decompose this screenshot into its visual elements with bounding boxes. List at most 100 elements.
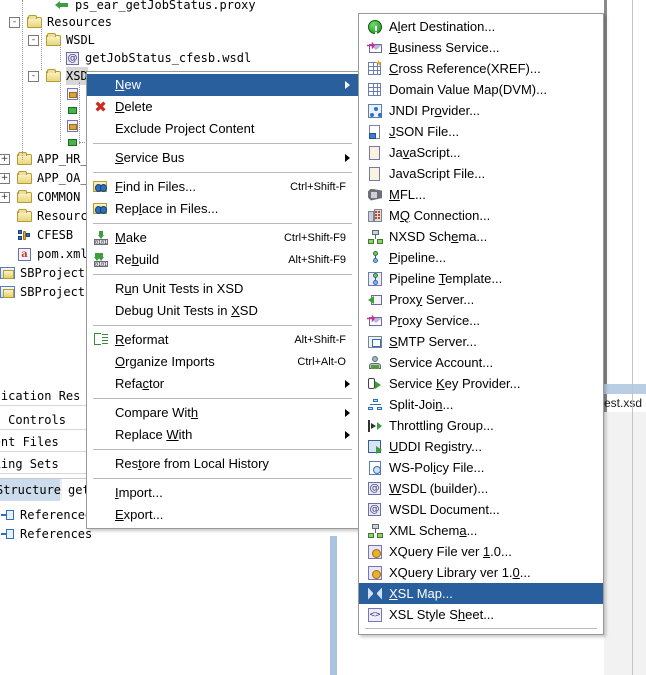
menu-item-label: Alert Destination... bbox=[389, 19, 496, 34]
new-menu-item-ws-policy-file[interactable]: WS-Policy File... bbox=[359, 457, 603, 478]
service-account-icon bbox=[367, 355, 383, 371]
menu-item-label: Business Service... bbox=[389, 40, 500, 55]
menu-separator bbox=[93, 398, 352, 399]
new-menu-item-pipeline-template[interactable]: Pipeline Template... bbox=[359, 268, 603, 289]
menu-item-rebuild[interactable]: 0101 Rebuild Alt+Shift-F9 bbox=[87, 249, 358, 271]
new-menu-item-uddi-registry[interactable]: UDDI Registry... bbox=[359, 436, 603, 457]
rebuild-icon: 0101 bbox=[93, 252, 109, 268]
menu-item-reformat[interactable]: Reformat Alt+Shift-F bbox=[87, 329, 358, 351]
new-menu-item-json-file[interactable]: JSON File... bbox=[359, 121, 603, 142]
tree-expander-icon[interactable]: + bbox=[0, 154, 10, 165]
menu-item-label: MFL... bbox=[389, 187, 426, 202]
menu-item-label: MQ Connection... bbox=[389, 208, 491, 223]
menu-item-label: Organize Imports bbox=[115, 354, 215, 369]
menu-item-label: Debug Unit Tests in XSD bbox=[115, 303, 258, 318]
menu-item-label: XML Schema... bbox=[389, 523, 478, 538]
new-menu-item-proxy-server[interactable]: Proxy Server... bbox=[359, 289, 603, 310]
new-menu-item-xml-schema[interactable]: XML Schema... bbox=[359, 520, 603, 541]
new-menu-item-mfl[interactable]: MFL... bbox=[359, 184, 603, 205]
menu-item-label: Find in Files... bbox=[115, 179, 196, 194]
folder-icon bbox=[17, 189, 33, 205]
menu-item-shortcut: Ctrl+Alt-O bbox=[297, 356, 346, 368]
menu-item-label: New bbox=[115, 77, 142, 92]
tree-expander-icon[interactable]: + bbox=[0, 192, 10, 203]
new-menu-item-xsl-style-sheet[interactable]: <> XSL Style Sheet... bbox=[359, 604, 603, 625]
new-menu-item-xquery-file-ver-1-0[interactable]: XQuery File ver 1.0... bbox=[359, 541, 603, 562]
new-menu-item-proxy-service[interactable]: Proxy Service... bbox=[359, 310, 603, 331]
new-menu-item-service-key-provider[interactable]: Service Key Provider... bbox=[359, 373, 603, 394]
menu-item-label: SMTP Server... bbox=[389, 334, 477, 349]
tree-expander-icon[interactable]: - bbox=[9, 17, 20, 28]
wsdl-builder-icon: @ bbox=[368, 481, 381, 495]
menu-item-delete[interactable]: ✖ Delete bbox=[87, 96, 358, 118]
green-arrow-icon bbox=[55, 0, 71, 13]
new-menu-item-cross-reference-xref[interactable]: Cross Reference(XREF)... bbox=[359, 58, 603, 79]
menu-item-label: WS-Policy File... bbox=[389, 460, 485, 475]
menu-item-new[interactable]: New bbox=[87, 74, 358, 96]
xsl-map-icon bbox=[367, 586, 383, 602]
new-menu-item-mq-connection[interactable]: MQ Connection... bbox=[359, 205, 603, 226]
menu-item-exclude-project-content[interactable]: Exclude Project Content bbox=[87, 118, 358, 140]
xquery-file-icon bbox=[367, 544, 383, 560]
new-menu-item-xquery-library-ver-1-0[interactable]: XQuery Library ver 1.0... bbox=[359, 562, 603, 583]
folder-icon bbox=[17, 151, 33, 167]
menu-item-organize-imports[interactable]: Organize Imports Ctrl+Alt-O bbox=[87, 351, 358, 373]
new-menu-item-wsdl-builder[interactable]: @ WSDL (builder)... bbox=[359, 478, 603, 499]
menu-separator bbox=[93, 172, 352, 173]
menu-item-label: JSON File... bbox=[389, 124, 460, 139]
new-menu-item-business-service[interactable]: Business Service... bbox=[359, 37, 603, 58]
menu-item-debug-unit-tests-in-xsd[interactable]: Debug Unit Tests in XSD bbox=[87, 300, 358, 322]
menu-item-find-in-files[interactable]: Find in Files... Ctrl+Shift-F bbox=[87, 176, 358, 198]
project-icon bbox=[0, 284, 16, 300]
new-menu-item-wsdl-document[interactable]: @ WSDL Document... bbox=[359, 499, 603, 520]
menu-item-replace-in-files[interactable]: Replace in Files... bbox=[87, 198, 358, 220]
menu-item-run-unit-tests-in-xsd[interactable]: Run Unit Tests in XSD bbox=[87, 278, 358, 300]
menu-item-label: WSDL Document... bbox=[389, 502, 500, 517]
menu-item-shortcut: Ctrl+Shift-F9 bbox=[283, 232, 346, 244]
new-menu-item-javascript[interactable]: JavaScript... bbox=[359, 142, 603, 163]
menu-item-label: Service Account... bbox=[389, 355, 494, 370]
tree-expander-icon[interactable]: - bbox=[28, 71, 39, 82]
submenu-arrow-icon bbox=[345, 409, 350, 417]
xquery-library-icon bbox=[367, 565, 383, 581]
tree-item-label: CFESB bbox=[37, 228, 74, 242]
menu-item-label: Rebuild bbox=[115, 252, 160, 267]
new-menu-item-service-account[interactable]: Service Account... bbox=[359, 352, 603, 373]
new-menu-item-jndi-provider[interactable]: JNDI Provider... bbox=[359, 100, 603, 121]
new-menu-item-pipeline[interactable]: Pipeline... bbox=[359, 247, 603, 268]
new-menu-item-alert-destination[interactable]: Alert Destination... bbox=[359, 16, 603, 41]
new-menu-item-javascript-file[interactable]: JavaScript File... bbox=[359, 163, 603, 184]
menu-item-export[interactable]: Export... bbox=[87, 504, 358, 526]
new-menu-item-smtp-server[interactable]: SMTP Server... bbox=[359, 331, 603, 352]
menu-item-label: Service Key Provider... bbox=[389, 376, 521, 391]
new-menu-item-split-join[interactable]: Split-Join... bbox=[359, 394, 603, 415]
menu-item-import[interactable]: Import... bbox=[87, 482, 358, 504]
menu-item-make[interactable]: 0101 Make Ctrl+Shift-F9 bbox=[87, 227, 358, 249]
folder-icon bbox=[17, 170, 33, 186]
new-menu-item-xsl-map[interactable]: XSL Map... bbox=[359, 583, 603, 604]
tab-structure[interactable]: Structure bbox=[0, 479, 61, 501]
menu-item-label: XQuery File ver 1.0... bbox=[389, 544, 512, 559]
new-menu-item-domain-value-map-dvm[interactable]: Domain Value Map(DVM)... bbox=[359, 79, 603, 100]
tree-item-label: Resources bbox=[47, 15, 113, 29]
menu-separator bbox=[93, 325, 352, 326]
menu-item-refactor[interactable]: Refactor bbox=[87, 373, 358, 395]
javascript-icon bbox=[367, 145, 383, 161]
vertical-scrollbar-thumb[interactable] bbox=[330, 536, 337, 675]
proxy-server-icon bbox=[367, 292, 383, 308]
replace-in-files-icon bbox=[93, 201, 109, 217]
new-menu-item-throttling-group[interactable]: Throttling Group... bbox=[359, 415, 603, 436]
tree-item-label: SBProject bbox=[20, 266, 86, 280]
menu-item-restore-from-local-history[interactable]: Restore from Local History bbox=[87, 453, 358, 475]
tree-item-label: getJobStatus_cfesb.wsdl bbox=[85, 51, 252, 65]
tree-expander-icon[interactable]: - bbox=[28, 35, 39, 46]
new-submenu[interactable]: Alert Destination... Business Service... C… bbox=[358, 13, 604, 635]
submenu-arrow-icon bbox=[345, 380, 350, 388]
menu-item-compare-with[interactable]: Compare With bbox=[87, 402, 358, 424]
menu-item-service-bus[interactable]: Service Bus bbox=[87, 147, 358, 169]
menu-item-replace-with[interactable]: Replace With bbox=[87, 424, 358, 446]
context-menu[interactable]: New ✖ Delete Exclude Project Content Service… bbox=[86, 71, 359, 529]
find-in-files-icon bbox=[93, 179, 109, 195]
tree-expander-icon[interactable]: + bbox=[0, 173, 10, 184]
new-menu-item-nxsd-schema[interactable]: NXSD Schema... bbox=[359, 226, 603, 247]
